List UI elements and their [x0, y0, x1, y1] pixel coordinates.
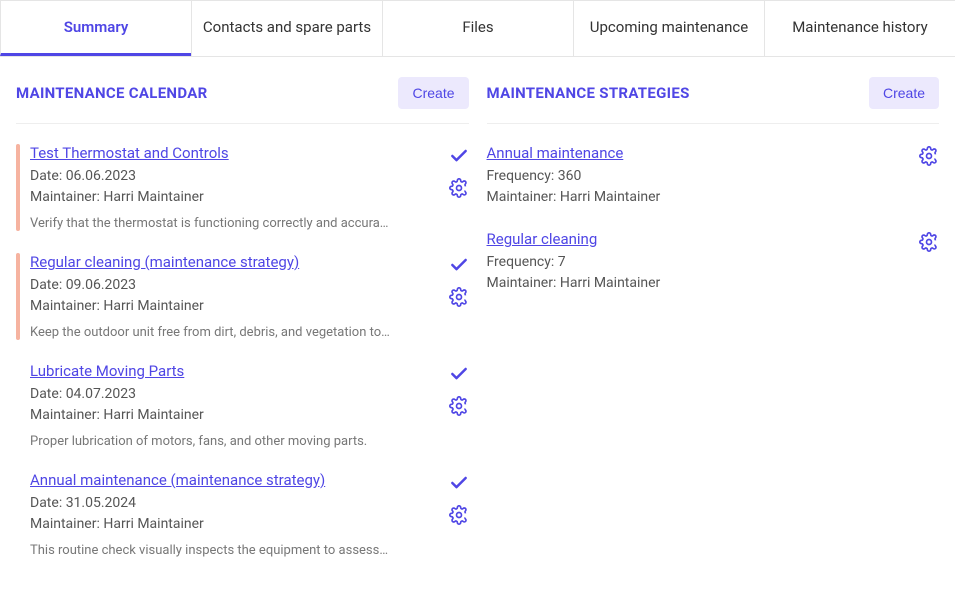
check-icon[interactable] — [449, 146, 469, 166]
calendar-item-maintainer: Maintainer: Harri Maintainer — [30, 187, 449, 208]
strategies-create-button[interactable]: Create — [869, 77, 939, 109]
gear-icon[interactable] — [449, 505, 469, 525]
strategy-item: Annual maintenance Frequency: 360 Mainta… — [487, 144, 940, 208]
maintenance-strategies-section: MAINTENANCE STRATEGIES Create Annual mai… — [487, 77, 940, 580]
accent-bar — [16, 471, 20, 558]
gear-icon[interactable] — [919, 146, 939, 166]
check-icon[interactable] — [449, 255, 469, 275]
calendar-item: Test Thermostat and Controls Date: 06.06… — [16, 144, 469, 231]
calendar-item-link[interactable]: Annual maintenance (maintenance strategy… — [30, 471, 325, 489]
calendar-item-date: Date: 04.07.2023 — [30, 384, 449, 405]
tab-maintenance-history[interactable]: Maintenance history — [764, 0, 955, 56]
calendar-item: Annual maintenance (maintenance strategy… — [16, 471, 469, 558]
calendar-item-maintainer: Maintainer: Harri Maintainer — [30, 405, 449, 426]
calendar-title: MAINTENANCE CALENDAR — [16, 84, 208, 102]
maintenance-calendar-section: MAINTENANCE CALENDAR Create Test Thermos… — [16, 77, 469, 580]
strategy-item-link[interactable]: Regular cleaning — [487, 230, 598, 248]
gear-icon[interactable] — [449, 287, 469, 307]
calendar-item-desc: This routine check visually inspects the… — [30, 543, 390, 558]
calendar-item-desc: Verify that the thermostat is functionin… — [30, 216, 390, 231]
strategies-title: MAINTENANCE STRATEGIES — [487, 84, 690, 102]
gear-icon[interactable] — [449, 178, 469, 198]
strategy-frequency: Frequency: 360 — [487, 166, 920, 187]
calendar-item-link[interactable]: Lubricate Moving Parts — [30, 362, 184, 380]
strategy-item: Regular cleaning Frequency: 7 Maintainer… — [487, 230, 940, 294]
tabs: Summary Contacts and spare parts Files U… — [0, 0, 955, 57]
check-icon[interactable] — [449, 473, 469, 493]
tab-summary[interactable]: Summary — [0, 0, 192, 56]
calendar-item-date: Date: 09.06.2023 — [30, 275, 449, 296]
calendar-item: Regular cleaning (maintenance strategy) … — [16, 253, 469, 340]
calendar-item-maintainer: Maintainer: Harri Maintainer — [30, 514, 449, 535]
gear-icon[interactable] — [449, 396, 469, 416]
calendar-create-button[interactable]: Create — [398, 77, 468, 109]
accent-bar — [16, 253, 20, 340]
tab-contacts-spare-parts[interactable]: Contacts and spare parts — [191, 0, 383, 56]
tab-upcoming-maintenance[interactable]: Upcoming maintenance — [573, 0, 765, 56]
calendar-item-desc: Keep the outdoor unit free from dirt, de… — [30, 325, 390, 340]
calendar-item: Lubricate Moving Parts Date: 04.07.2023 … — [16, 362, 469, 449]
strategy-frequency: Frequency: 7 — [487, 252, 920, 273]
calendar-item-desc: Proper lubrication of motors, fans, and … — [30, 434, 390, 449]
calendar-item-date: Date: 06.06.2023 — [30, 166, 449, 187]
strategy-maintainer: Maintainer: Harri Maintainer — [487, 273, 920, 294]
calendar-item-maintainer: Maintainer: Harri Maintainer — [30, 296, 449, 317]
calendar-item-link[interactable]: Regular cleaning (maintenance strategy) — [30, 253, 299, 271]
calendar-item-link[interactable]: Test Thermostat and Controls — [30, 144, 229, 162]
check-icon[interactable] — [449, 364, 469, 384]
gear-icon[interactable] — [919, 232, 939, 252]
strategy-item-link[interactable]: Annual maintenance — [487, 144, 624, 162]
accent-bar — [16, 362, 20, 449]
calendar-item-date: Date: 31.05.2024 — [30, 493, 449, 514]
accent-bar — [16, 144, 20, 231]
tab-files[interactable]: Files — [382, 0, 574, 56]
strategy-maintainer: Maintainer: Harri Maintainer — [487, 187, 920, 208]
